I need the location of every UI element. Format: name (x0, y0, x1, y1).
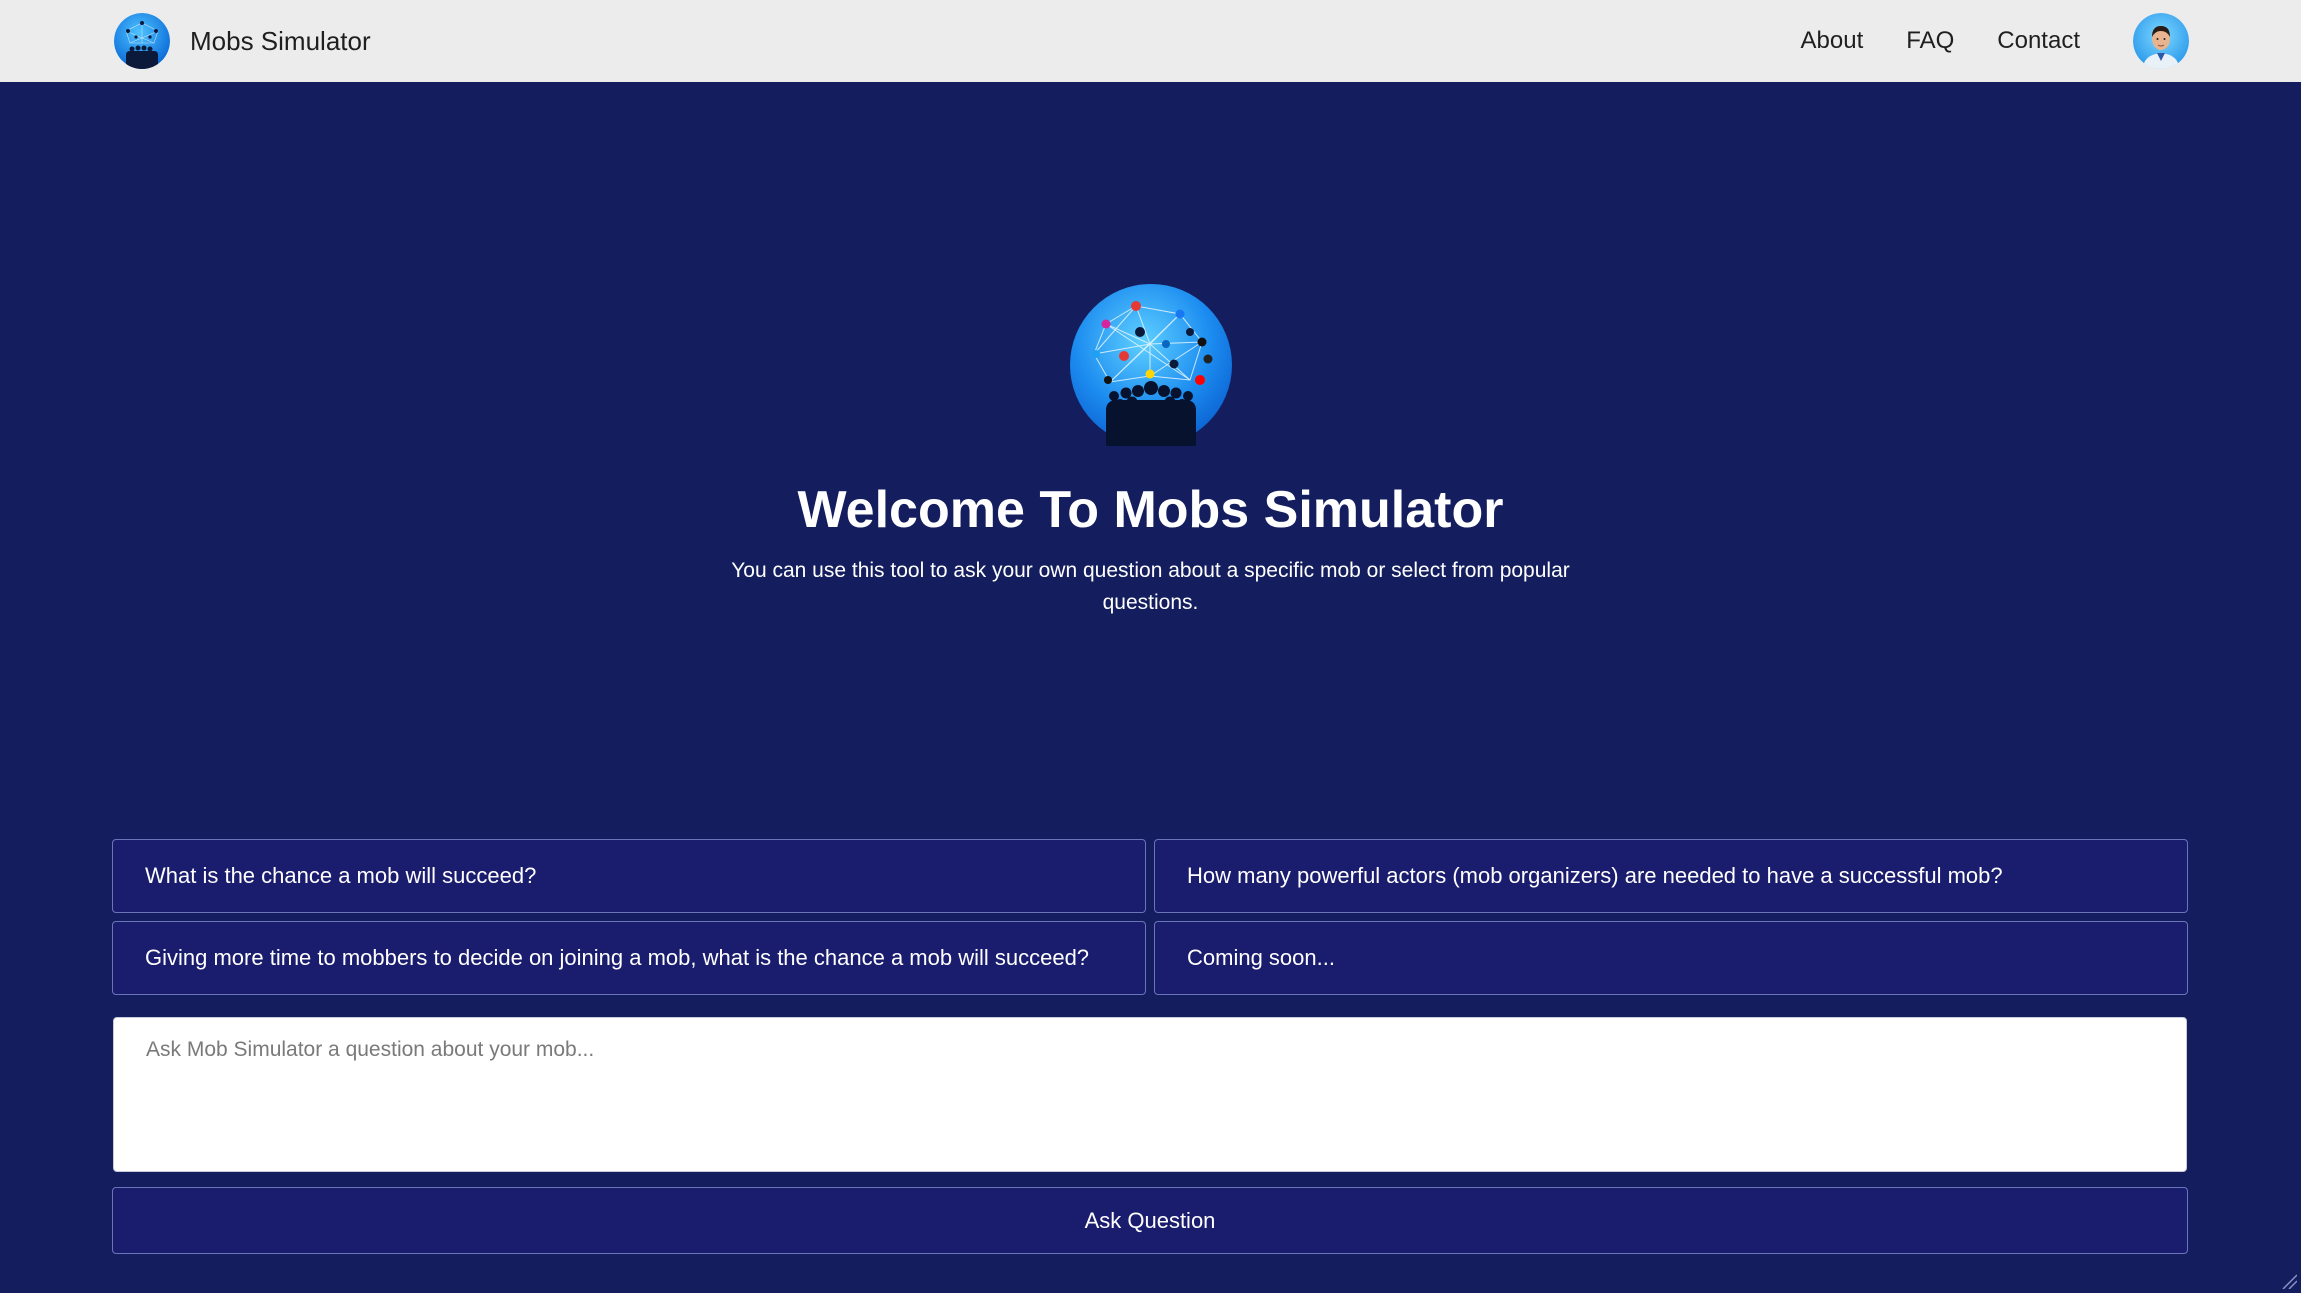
brand-home-link[interactable]: Mobs Simulator (114, 13, 371, 69)
hero-section: Welcome To Mobs Simulator You can use th… (0, 284, 2301, 619)
user-avatar-icon[interactable] (2133, 13, 2189, 69)
window-resize-grip-icon[interactable] (2277, 1269, 2298, 1290)
nav-link-faq[interactable]: FAQ (1906, 27, 1954, 55)
suggested-question-button[interactable]: What is the chance a mob will succeed? (112, 839, 1146, 913)
page-subtitle: You can use this tool to ask your own qu… (731, 559, 1570, 615)
nav-link-about[interactable]: About (1801, 27, 1864, 55)
top-navbar: Mobs Simulator About FAQ Contact (0, 0, 2301, 82)
mobs-logo-icon (114, 13, 170, 69)
suggested-questions-grid: What is the chance a mob will succeed? H… (112, 839, 2188, 995)
question-input[interactable] (113, 1017, 2187, 1172)
mobs-network-crowd-icon (1069, 284, 1232, 446)
suggested-question-button[interactable]: Giving more time to mobbers to decide on… (112, 921, 1146, 995)
nav-link-contact[interactable]: Contact (1997, 27, 2080, 55)
nav-links: About FAQ Contact (1801, 0, 2301, 82)
suggested-question-button[interactable]: How many powerful actors (mob organizers… (1154, 839, 2188, 913)
ask-question-button[interactable]: Ask Question (112, 1187, 2188, 1254)
brand-name: Mobs Simulator (190, 25, 371, 56)
suggested-question-button[interactable]: Coming soon... (1154, 921, 2188, 995)
page-title: Welcome To Mobs Simulator (797, 481, 1504, 539)
